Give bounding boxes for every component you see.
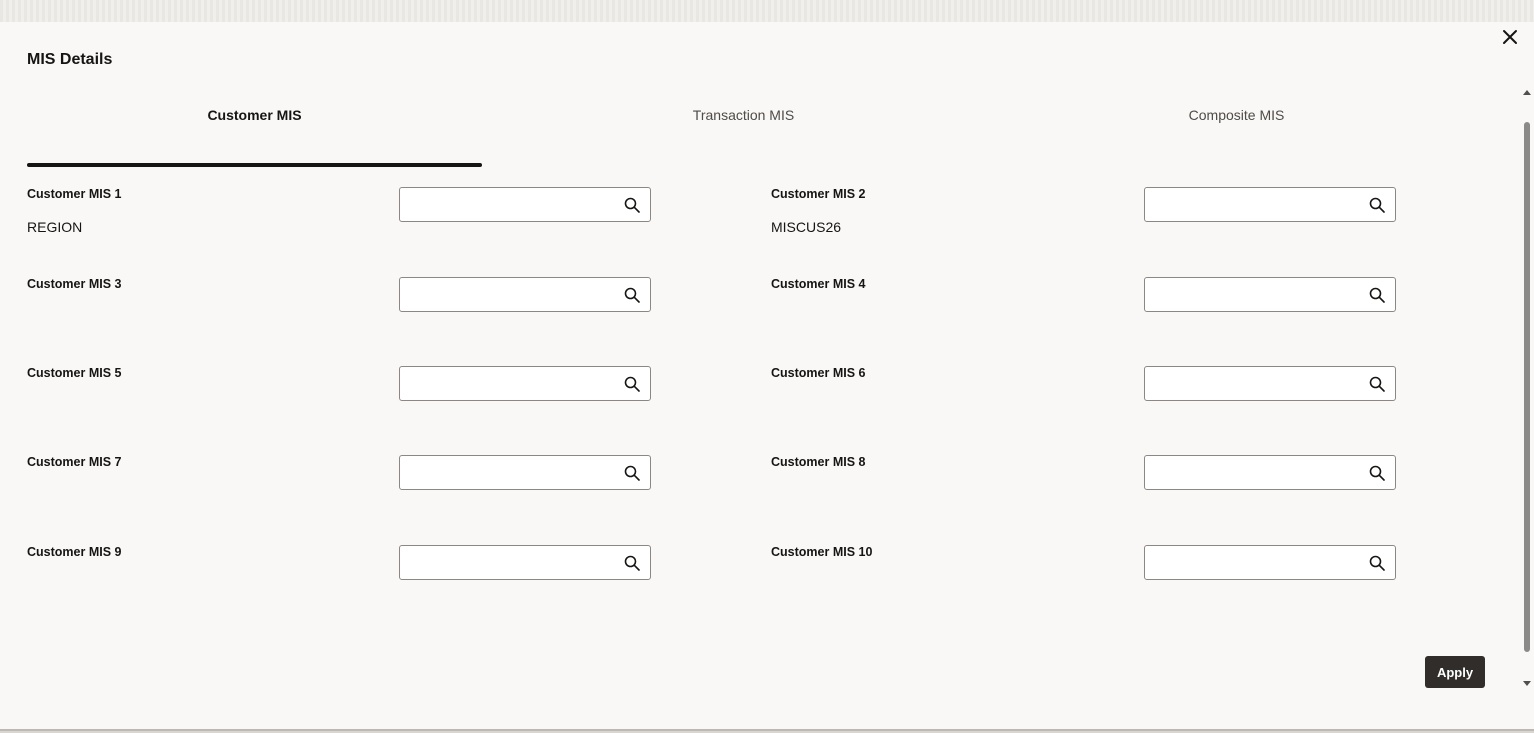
customer-mis-4-input[interactable] (1145, 278, 1360, 311)
customer-mis-10-input[interactable] (1145, 546, 1360, 579)
customer-mis-6-input[interactable] (1145, 367, 1360, 400)
customer-mis-7-input[interactable] (400, 456, 615, 489)
mis-details-dialog: MIS Details Customer MIS Transaction MIS… (0, 22, 1534, 731)
search-icon[interactable] (1369, 197, 1385, 213)
customer-mis-10-field (1144, 545, 1396, 580)
scroll-thumb[interactable] (1524, 122, 1530, 652)
tab-label: Customer MIS (207, 107, 302, 123)
search-icon[interactable] (624, 555, 640, 571)
background-page-strip (0, 0, 1534, 23)
search-icon[interactable] (1369, 376, 1385, 392)
tab-transaction-mis[interactable]: Transaction MIS (516, 100, 971, 168)
customer-mis-5-input[interactable] (400, 367, 615, 400)
search-icon[interactable] (1369, 555, 1385, 571)
search-icon[interactable] (1369, 465, 1385, 481)
field-label: Customer MIS 9 (27, 545, 122, 559)
field-label: Customer MIS 1 (27, 187, 122, 201)
customer-mis-7-field (399, 455, 651, 490)
search-icon[interactable] (624, 465, 640, 481)
vertical-scrollbar[interactable] (1520, 86, 1534, 686)
customer-mis-9-field (399, 545, 651, 580)
search-icon[interactable] (1369, 287, 1385, 303)
customer-mis-1-field (399, 187, 651, 222)
customer-mis-9-input[interactable] (400, 546, 615, 579)
customer-mis-6-field (1144, 366, 1396, 401)
customer-mis-8-input[interactable] (1145, 456, 1360, 489)
active-tab-indicator (27, 163, 482, 167)
field-label: Customer MIS 8 (771, 455, 866, 469)
field-label: Customer MIS 10 (771, 545, 873, 559)
tab-label: Composite MIS (1188, 107, 1285, 123)
field-label: Customer MIS 5 (27, 366, 122, 380)
tab-label: Transaction MIS (692, 107, 795, 123)
tab-customer-mis[interactable]: Customer MIS (27, 100, 482, 168)
customer-mis-3-input[interactable] (400, 278, 615, 311)
search-icon[interactable] (624, 376, 640, 392)
field-label: Customer MIS 4 (771, 277, 866, 291)
close-icon[interactable] (1500, 27, 1520, 47)
scroll-down-icon[interactable] (1523, 681, 1531, 686)
dialog-title: MIS Details (27, 51, 113, 68)
customer-mis-2-field (1144, 187, 1396, 222)
tab-composite-mis[interactable]: Composite MIS (1009, 100, 1464, 168)
field-label: Customer MIS 7 (27, 455, 122, 469)
field-value: MISCUS26 (771, 219, 842, 235)
scroll-up-icon[interactable] (1523, 90, 1531, 95)
customer-mis-3-field (399, 277, 651, 312)
search-icon[interactable] (624, 197, 640, 213)
field-label: Customer MIS 3 (27, 277, 122, 291)
customer-mis-8-field (1144, 455, 1396, 490)
field-label: Customer MIS 2 (771, 187, 866, 201)
apply-button[interactable]: Apply (1425, 656, 1485, 688)
customer-mis-5-field (399, 366, 651, 401)
field-value: REGION (27, 219, 83, 235)
field-label: Customer MIS 6 (771, 366, 866, 380)
search-icon[interactable] (624, 287, 640, 303)
tab-bar: Customer MIS Transaction MIS Composite M… (27, 100, 1497, 168)
customer-mis-4-field (1144, 277, 1396, 312)
customer-mis-1-input[interactable] (400, 188, 615, 221)
customer-mis-2-input[interactable] (1145, 188, 1360, 221)
